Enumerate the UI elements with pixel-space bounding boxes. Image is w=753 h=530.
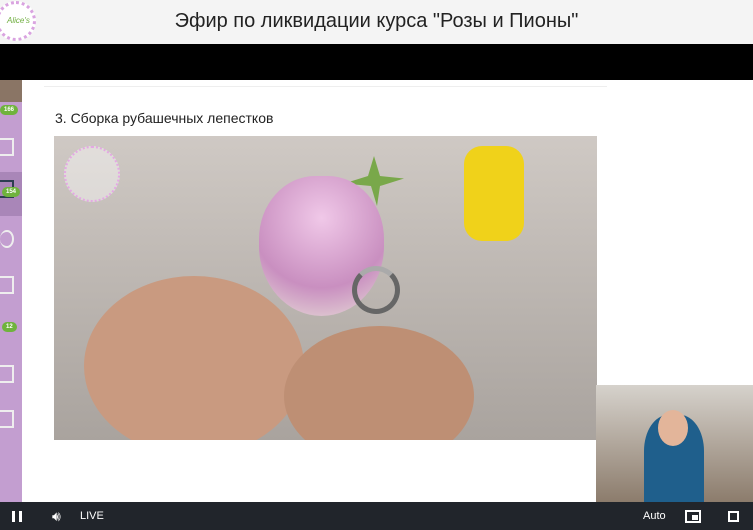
- pause-button[interactable]: [12, 502, 22, 530]
- top-bar: [0, 44, 753, 80]
- pause-icon: [12, 510, 22, 522]
- header: Alice's Эфир по ликвидации курса "Розы и…: [0, 0, 753, 44]
- lesson-video[interactable]: [54, 136, 597, 440]
- player-controls: 🔊︎ LIVE Auto: [0, 502, 753, 530]
- presenter-face: [658, 410, 688, 446]
- home-icon[interactable]: [0, 138, 14, 156]
- video-watermark-logo: [64, 146, 120, 202]
- fullscreen-icon: [728, 510, 739, 522]
- divider: [44, 86, 607, 87]
- page-title: Эфир по ликвидации курса "Розы и Пионы": [174, 10, 579, 32]
- quality-button[interactable]: Auto: [643, 502, 666, 530]
- live-stream-pip[interactable]: [596, 385, 753, 505]
- badge: 154: [2, 187, 21, 197]
- checkbox-icon[interactable]: [0, 276, 14, 294]
- badge: 12: [2, 322, 17, 332]
- live-label: LIVE: [80, 510, 104, 522]
- loading-spinner-icon: [352, 266, 400, 314]
- video-hand: [284, 326, 474, 440]
- lesson-title: 3. Сборка рубашечных лепестков: [55, 110, 274, 126]
- badge: 166: [0, 105, 19, 115]
- flower-icon[interactable]: [0, 230, 14, 248]
- media-icon[interactable]: [0, 365, 14, 383]
- video-glue-bottle: [464, 146, 524, 241]
- document-icon[interactable]: [0, 410, 14, 428]
- sidebar: 166 154 12: [0, 80, 22, 502]
- fullscreen-button[interactable]: [728, 502, 739, 530]
- volume-button[interactable]: 🔊︎: [52, 502, 61, 530]
- picture-in-picture-icon: [685, 509, 701, 523]
- pip-button[interactable]: [685, 502, 701, 530]
- video-hand: [84, 276, 304, 440]
- volume-icon: 🔊︎: [52, 507, 61, 524]
- avatar[interactable]: [0, 80, 22, 102]
